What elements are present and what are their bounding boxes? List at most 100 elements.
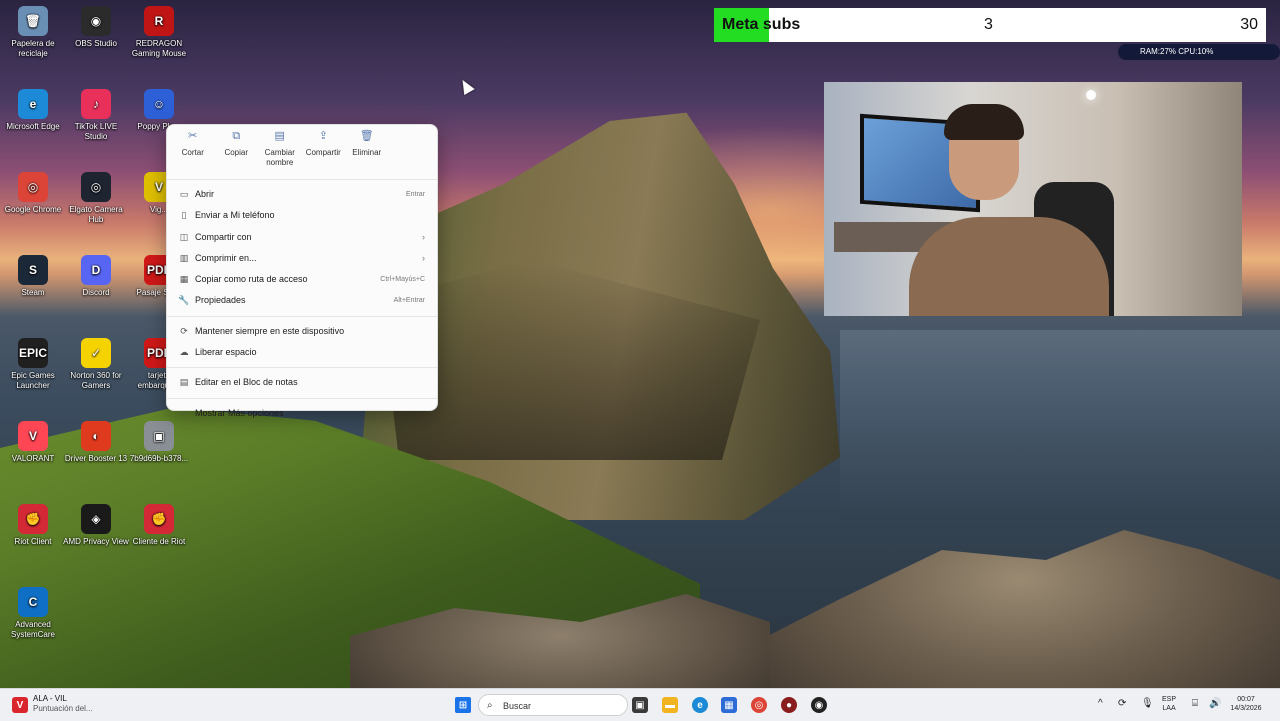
taskbar-search-input[interactable]: ⌕ Buscar [478, 694, 628, 716]
context-menu-toolbar: ✂ Cortar ⧉ Copiar ▤ Cambiar nombre ⇪ Compartir 🗑… [167, 125, 437, 175]
desktop-icon[interactable]: V VALORANT [0, 421, 66, 464]
volume-icon[interactable]: 🔊 [1209, 699, 1221, 709]
taskbar-notification-title: ALA - VIL [33, 694, 67, 703]
network-icon[interactable]: ⌸ [1192, 699, 1198, 709]
context-menu-item-label: Compartir con [195, 231, 252, 242]
steam-icon: S [18, 255, 48, 285]
context-menu-item[interactable]: ☁ Liberar espacio [167, 342, 437, 363]
desktop-icon-label: AMD Privacy View [63, 537, 129, 546]
microsoft-store-icon[interactable]: ▦ [721, 697, 737, 713]
desktop-icon[interactable]: C Advanced SystemCare [0, 587, 66, 640]
desktop-icon[interactable]: S Steam [0, 255, 66, 298]
share-icon: ⇪ [318, 130, 328, 142]
context-menu-group-more: ⋯ Mostrar Más opciones [167, 403, 437, 424]
taskbar-notification[interactable]: ALA - VIL Puntuación del... [33, 694, 93, 714]
redragon-taskbar-icon[interactable]: ● [781, 697, 797, 713]
context-menu-group-edit: ▤ Editar en el Bloc de notas [167, 372, 437, 393]
desktop-icon[interactable]: R REDRAGON Gaming Mouse [126, 6, 192, 59]
context-menu-separator [167, 367, 437, 369]
task-view-icon[interactable]: ▣ [632, 697, 648, 713]
context-action-copiar[interactable]: ⧉ Copiar [215, 131, 259, 175]
desktop-icon[interactable]: D Discord [63, 255, 129, 298]
start-button-windows-icon[interactable]: ⊞ [455, 697, 471, 713]
desktop-icon[interactable]: ◎ Elgato Camera Hub [63, 172, 129, 225]
context-action-cortar[interactable]: ✂ Cortar [171, 131, 215, 175]
webcam-lamp [1086, 90, 1096, 100]
context-menu-separator [167, 315, 437, 317]
taskbar-clock[interactable]: 00:07 14/3/2026 [1226, 695, 1266, 713]
desktop-icon[interactable]: ✓ Norton 360 for Gamers [63, 338, 129, 391]
context-menu-item[interactable]: ▭ Abrir Entrar [167, 184, 437, 205]
obs-taskbar-icon[interactable]: ◉ [811, 697, 827, 713]
context-menu-item[interactable]: ▦ Copiar como ruta de acceso Ctrl+Mayús+C [167, 269, 437, 290]
obs-icon: ◉ [81, 6, 111, 36]
elgato-icon: ◎ [81, 172, 111, 202]
desktop-icon[interactable]: e Microsoft Edge [0, 89, 66, 132]
subs-goal-widget: Meta subs 3 30 [714, 8, 1266, 42]
desktop-icon[interactable]: 🗑 Papelera de reciclaje [0, 6, 66, 59]
desktop-icon[interactable]: ◎ Google Chrome [0, 172, 66, 215]
desktop-icon-label: Discord [82, 288, 110, 297]
context-menu-item[interactable]: ▯ Enviar a Mi teléfono [167, 205, 437, 226]
language-indicator[interactable]: ESP LAA [1162, 695, 1176, 713]
context-action-eliminar[interactable]: 🗑 Eliminar [345, 131, 389, 175]
desktop-icon-label: Microsoft Edge [6, 122, 60, 131]
context-menu-item[interactable]: ◫ Compartir con › [167, 227, 437, 248]
compress-icon: ▥ [179, 252, 189, 263]
amd-privacy-icon: ◈ [81, 504, 111, 534]
subs-current-count: 3 [984, 16, 993, 33]
chevron-right-icon: › [422, 231, 425, 242]
desktop-icon-label: Epic Games Launcher [11, 371, 55, 390]
desktop-icon-label: Riot Client [14, 537, 52, 546]
epic-games-icon: EPIC [18, 338, 48, 368]
context-menu-item[interactable]: ⟳ Mantener siempre en este dispositivo [167, 321, 437, 342]
context-action-compartir[interactable]: ⇪ Compartir [302, 131, 346, 175]
keyboard-layout: LAA [1162, 705, 1176, 712]
tiktok-icon: ♪ [81, 89, 111, 119]
desktop-icon[interactable]: ◐ Driver Booster 13 [63, 421, 129, 464]
desktop-icon[interactable]: EPIC Epic Games Launcher [0, 338, 66, 391]
context-menu-item-label: Propiedades [195, 295, 246, 306]
desktop-icon[interactable]: ▣ 7b9d69b-b378... [126, 421, 192, 464]
context-menu-item[interactable]: 🔧 Propiedades Alt+Entrar [167, 290, 437, 311]
desktop-icon-label: TikTok LIVE Studio [74, 122, 118, 141]
chrome-taskbar-icon[interactable]: ◎ [751, 697, 767, 713]
tray-app-icon[interactable]: ⟳ [1118, 699, 1126, 709]
search-icon: ⌕ [487, 700, 493, 711]
tray-overflow-chevron-icon[interactable]: ^ [1098, 699, 1103, 709]
edge-icon: e [18, 89, 48, 119]
context-action-cambiar-nombre[interactable]: ▤ Cambiar nombre [258, 131, 302, 175]
desktop-icon-label: Papelera de reciclaje [11, 39, 55, 58]
file-explorer-icon[interactable]: ▬ [662, 697, 678, 713]
context-menu-shortcut: Entrar [405, 191, 425, 198]
desktop-icon[interactable]: ♪ TikTok LIVE Studio [63, 89, 129, 142]
microphone-icon[interactable]: 🎙 [1141, 699, 1154, 709]
desktop-icon-label: Cliente de Riot [132, 537, 186, 546]
desktop-icon-label: 7b9d69b-b378... [129, 454, 189, 463]
context-menu-item[interactable]: ⋯ Mostrar Más opciones [167, 403, 437, 424]
context-menu-item[interactable]: ▥ Comprimir en... › [167, 248, 437, 269]
context-menu-item-label: Liberar espacio [195, 347, 257, 358]
edge-taskbar-icon[interactable]: e [692, 697, 708, 713]
chrome-icon: ◎ [18, 172, 48, 202]
context-action-label: Cortar [181, 148, 204, 157]
search-placeholder: Buscar [503, 701, 532, 711]
desktop-icon[interactable]: ✊ Cliente de Riot [126, 504, 192, 547]
desktop-icon[interactable]: ◉ OBS Studio [63, 6, 129, 49]
context-menu-separator [167, 397, 437, 399]
recycle-bin-icon: 🗑 [18, 6, 48, 36]
context-menu-item-label: Comprimir en... [195, 252, 257, 263]
advanced-systemcare-icon: C [18, 587, 48, 617]
context-menu-item-label: Mostrar Más opciones [195, 407, 284, 418]
valorant-tray-icon[interactable]: V [12, 697, 28, 713]
clock-time: 00:07 [1237, 696, 1255, 703]
scissors-icon: ✂ [188, 130, 198, 142]
rename-icon: ▤ [274, 130, 285, 142]
context-menu-item[interactable]: ▤ Editar en el Bloc de notas [167, 372, 437, 393]
context-menu-shortcut: Alt+Entrar [393, 297, 425, 305]
notepad-icon: ▤ [179, 377, 189, 388]
desktop-icon[interactable]: ✊ Riot Client [0, 504, 66, 547]
context-menu-item-label: Editar en el Bloc de notas [195, 377, 298, 388]
poppy-playtime-icon: ☺ [144, 89, 174, 119]
desktop-icon[interactable]: ◈ AMD Privacy View [63, 504, 129, 547]
